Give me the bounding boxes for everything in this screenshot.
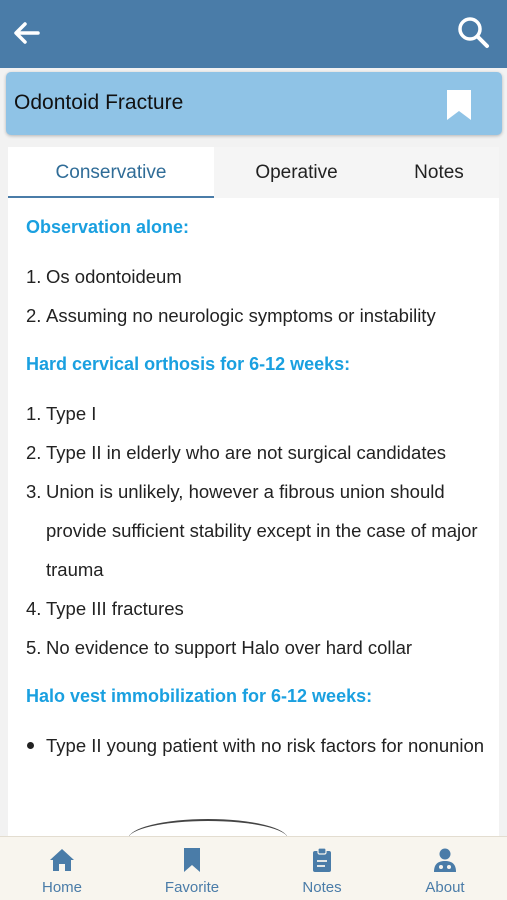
nav-notes[interactable]: Notes <box>272 843 372 899</box>
page-title: Odontoid Fracture <box>14 91 184 114</box>
section-heading: Hard cervical orthosis for 6-12 weeks: <box>26 354 351 374</box>
list-item: 1. Os odontoideum <box>26 266 182 287</box>
nav-label: Favorite <box>164 879 220 896</box>
nav-home[interactable]: Home <box>12 843 112 899</box>
bookmark-icon[interactable] <box>446 89 472 121</box>
clipboard-icon <box>313 847 331 872</box>
nav-label: Home <box>41 879 82 896</box>
list-item: 1. Type I <box>26 403 97 424</box>
bookmark-icon <box>184 848 200 872</box>
halo-list: Type II young patient with no risk facto… <box>26 726 486 765</box>
tab-bar: Conservative Operative Notes <box>8 147 499 198</box>
nav-label: About <box>425 879 465 896</box>
section-heading: Observation alone: <box>26 217 190 237</box>
bottom-navigation: Home Favorite Notes About <box>0 836 507 900</box>
nav-label: Notes <box>302 879 342 896</box>
treatment-content: Observation alone: 1. Os odontoideum 2. As… <box>26 217 486 765</box>
home-icon <box>50 849 74 871</box>
doctor-icon <box>434 848 456 872</box>
section-heading: Halo vest immobilization for 6-12 weeks: <box>26 686 373 706</box>
list-item: Type II young patient with no risk facto… <box>26 726 486 765</box>
list-item: 2. Assuming no neurologic symptoms or ins… <box>26 305 436 326</box>
content-panel: Conservative Operative Notes Observation… <box>8 147 499 837</box>
list-item: 2. Type II in elderly who are not surgica… <box>26 442 447 463</box>
list-item: 3. Union is unlikely, however a fibrous u… <box>26 481 478 580</box>
decorative-arc <box>128 819 288 837</box>
list-item: 5. No evidence to support Halo over hard … <box>26 637 413 658</box>
orthosis-list: 1. Type I 2. Type II in elderly who are no… <box>26 394 486 667</box>
top-app-bar <box>0 0 507 68</box>
arrow-left-icon[interactable] <box>10 16 44 50</box>
tab-conservative[interactable]: Conservative <box>8 147 214 198</box>
nav-favorite[interactable]: Favorite <box>142 843 242 899</box>
search-icon[interactable] <box>455 14 491 50</box>
title-card: Odontoid Fracture <box>6 72 502 135</box>
observation-list: 1. Os odontoideum 2. Assuming no neurologi… <box>26 257 486 335</box>
tab-notes[interactable]: Notes <box>379 147 499 198</box>
nav-about[interactable]: About <box>395 843 495 899</box>
list-item: 4. Type III fractures <box>26 598 184 619</box>
tab-operative[interactable]: Operative <box>214 147 379 198</box>
